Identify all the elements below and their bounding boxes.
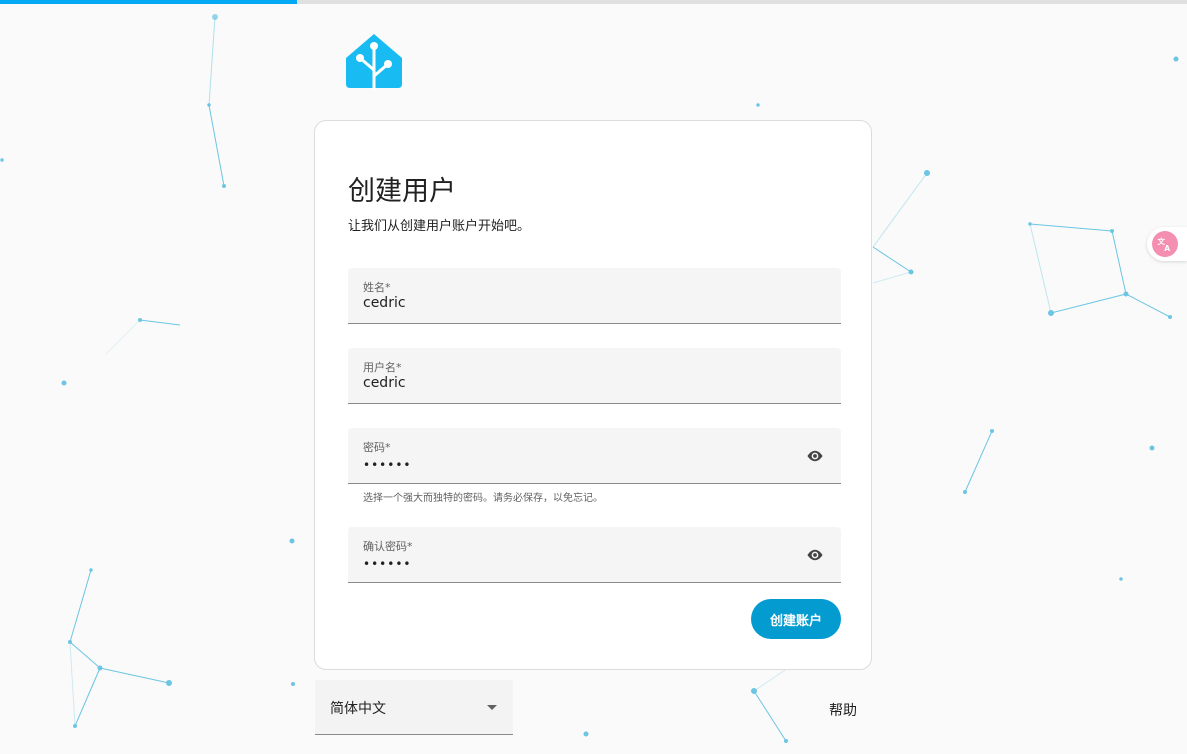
home-assistant-logo-icon xyxy=(346,34,402,90)
page-title: 创建用户 xyxy=(348,176,456,207)
confirm-password-field[interactable]: 确认密码* •••••• xyxy=(348,527,841,583)
name-field-label: 姓名* xyxy=(363,281,391,294)
name-field[interactable]: 姓名* cedric xyxy=(348,268,841,324)
eye-icon[interactable] xyxy=(805,546,825,564)
svg-text:A: A xyxy=(1164,244,1170,253)
translate-icon: 文 A xyxy=(1152,231,1178,257)
confirm-password-field-label: 确认密码* xyxy=(363,540,413,553)
password-field[interactable]: 密码* •••••• xyxy=(348,428,841,484)
language-select[interactable]: 简体中文 xyxy=(315,680,513,735)
help-link[interactable]: 帮助 xyxy=(829,700,857,720)
translate-extension-button[interactable]: 文 A xyxy=(1147,227,1187,261)
language-select-value: 简体中文 xyxy=(330,701,386,717)
eye-icon[interactable] xyxy=(805,447,825,465)
username-field[interactable]: 用户名* cedric xyxy=(348,348,841,404)
caret-down-icon xyxy=(487,705,497,710)
page-subtitle: 让我们从创建用户账户开始吧。 xyxy=(348,219,531,234)
username-field-label: 用户名* xyxy=(363,361,402,374)
create-account-button[interactable]: 创建账户 xyxy=(751,599,841,639)
username-field-value[interactable]: cedric xyxy=(363,375,406,391)
password-field-value[interactable]: •••••• xyxy=(363,458,411,472)
password-field-label: 密码* xyxy=(363,441,391,454)
password-helper-text: 选择一个强大而独特的密码。请务必保存，以免忘记。 xyxy=(363,493,603,504)
confirm-password-field-value[interactable]: •••••• xyxy=(363,557,411,571)
create-user-card: 创建用户 让我们从创建用户账户开始吧。 姓名* cedric 用户名* cedr… xyxy=(314,120,872,670)
name-field-value[interactable]: cedric xyxy=(363,295,406,311)
